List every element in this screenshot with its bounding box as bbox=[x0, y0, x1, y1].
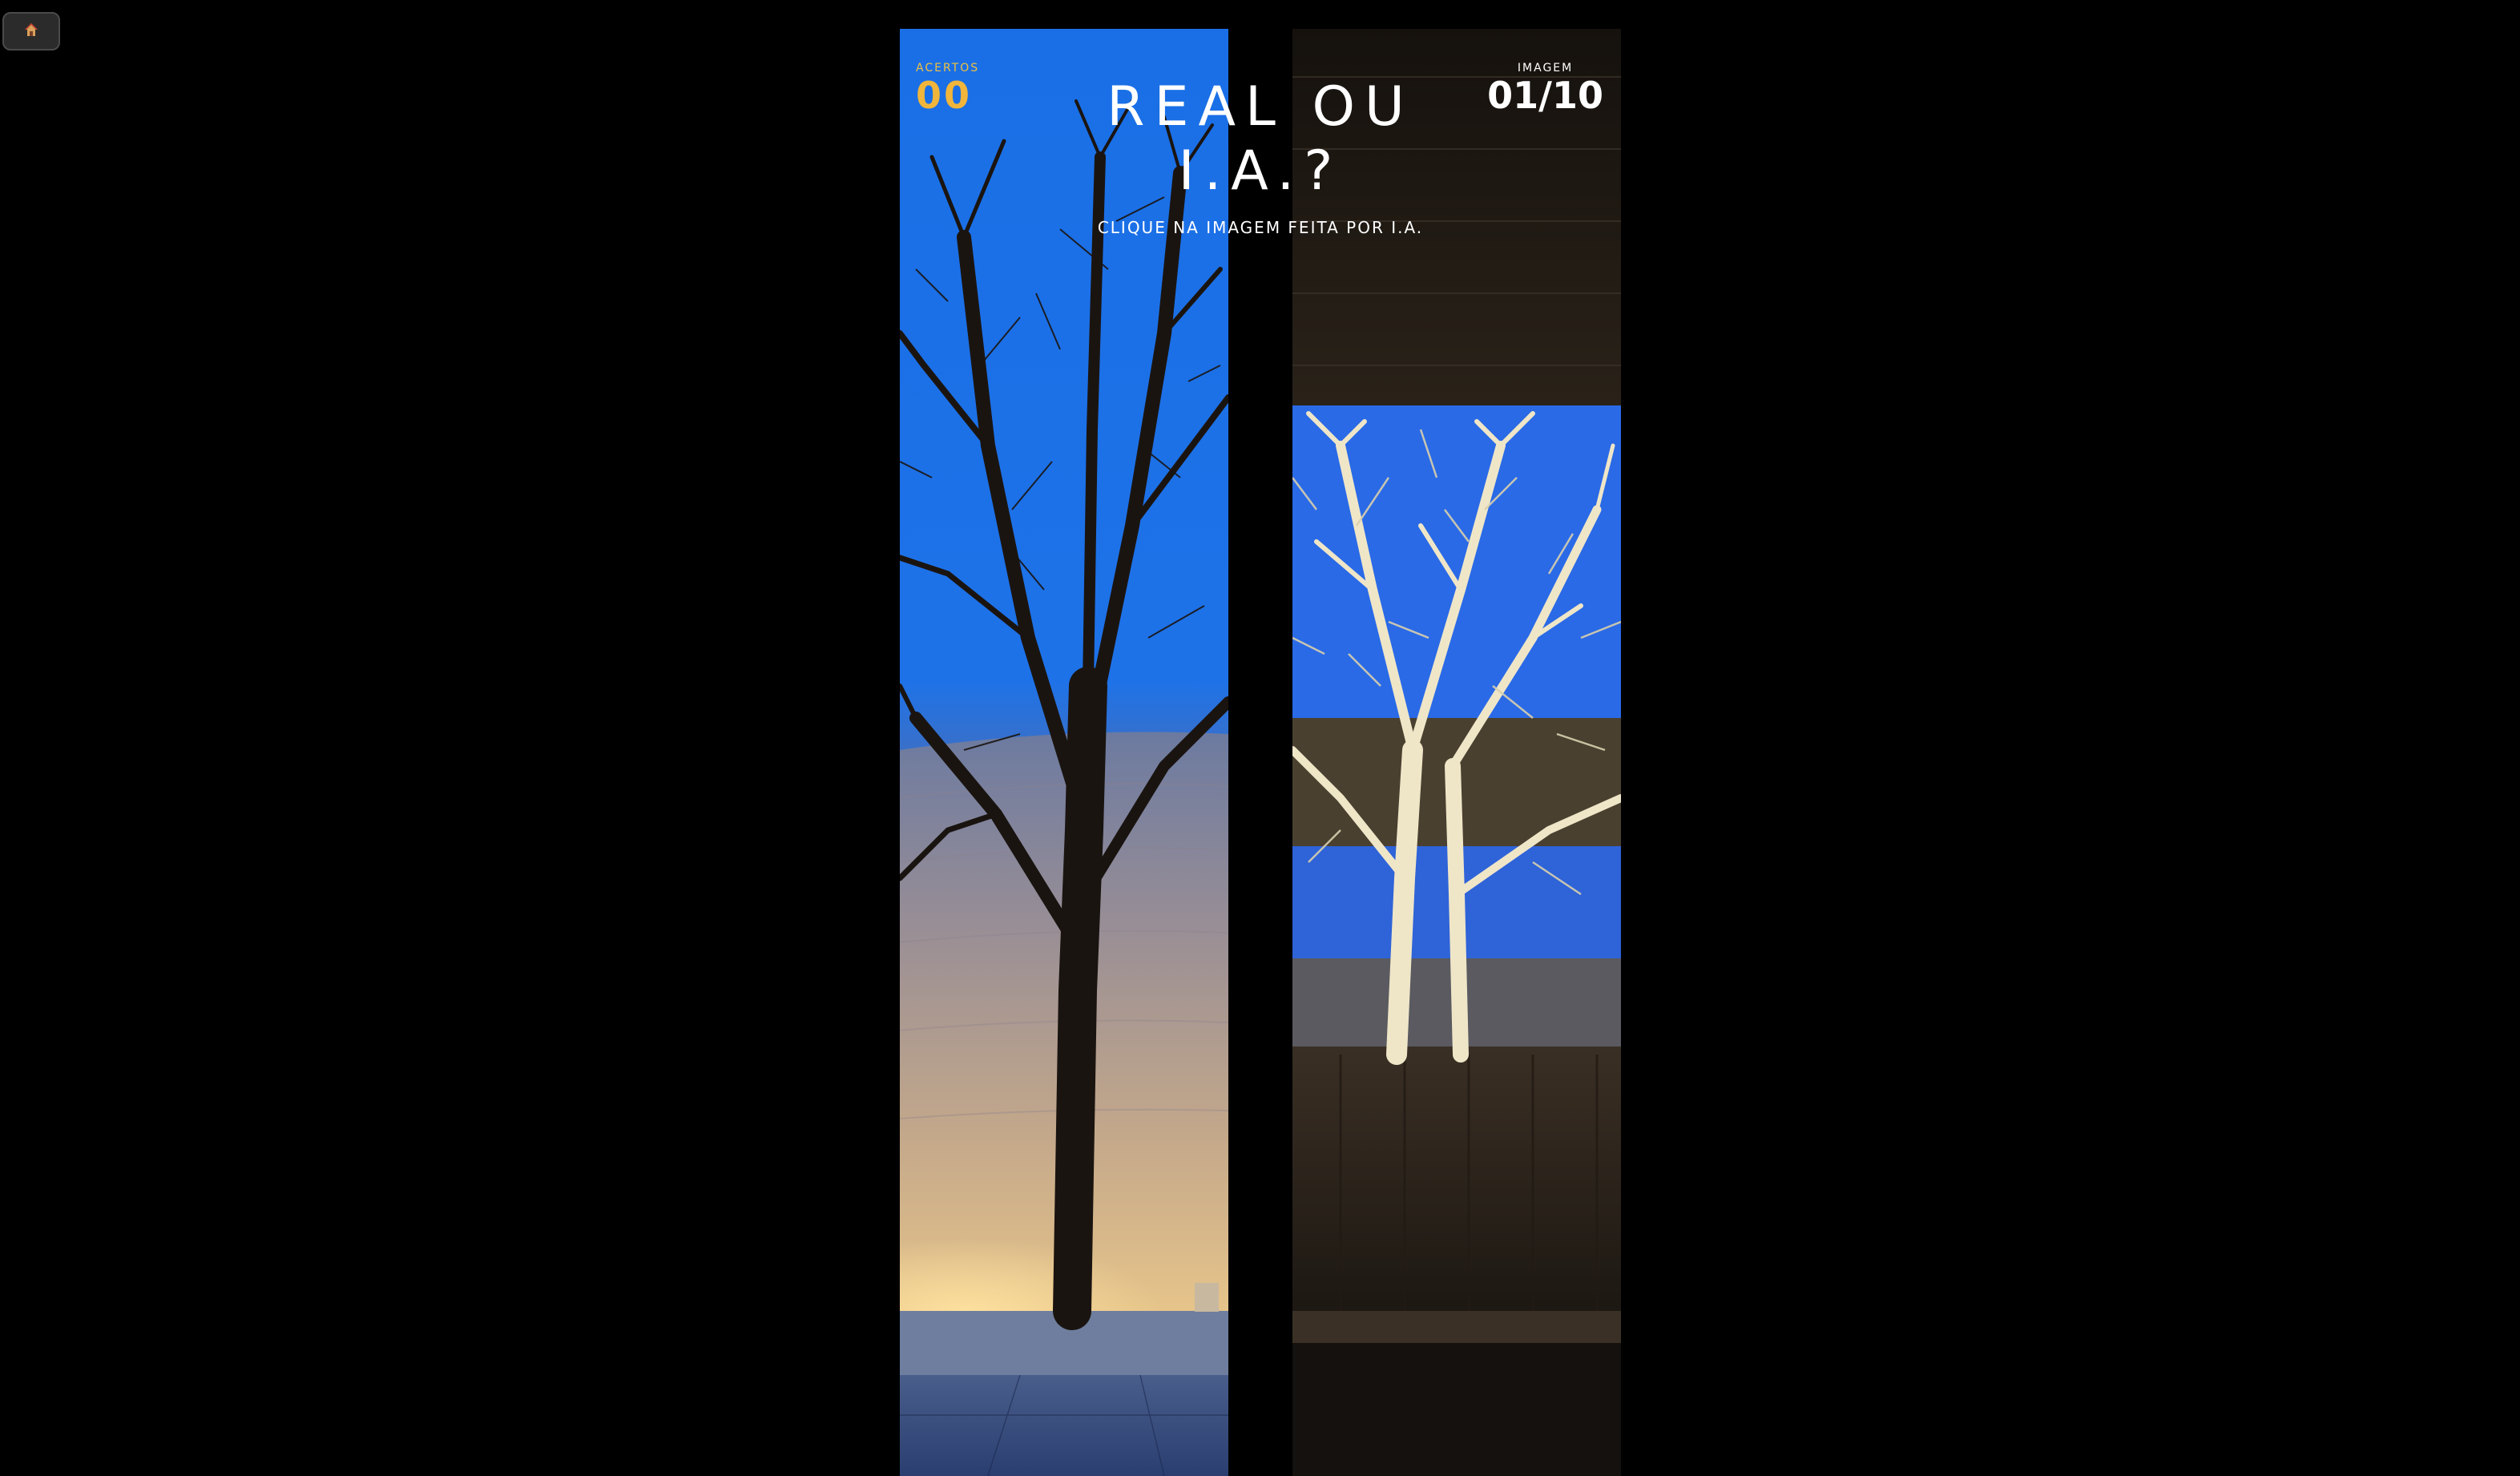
page-title: REAL OU I.A.? bbox=[1107, 75, 1414, 203]
header: REAL OU I.A.? CLIQUE NA IMAGEM FEITA POR… bbox=[1076, 75, 1445, 237]
home-button[interactable] bbox=[2, 12, 60, 50]
house-icon bbox=[23, 22, 39, 41]
instruction-text: CLIQUE NA IMAGEM FEITA POR I.A. bbox=[1097, 218, 1424, 237]
tree-photo-right bbox=[1292, 29, 1621, 1476]
score-value: 00 bbox=[916, 74, 973, 117]
image-counter: IMAGEM 01/10 bbox=[1487, 61, 1603, 115]
image-option-left[interactable] bbox=[900, 29, 1228, 1476]
image-option-right[interactable] bbox=[1292, 29, 1621, 1476]
tree-photo-left bbox=[900, 29, 1228, 1476]
image-counter-value: 01/10 bbox=[1487, 74, 1603, 117]
score-counter: ACERTOS 00 bbox=[916, 61, 979, 115]
game-area: ACERTOS 00 IMAGEM 01/10 REAL OU I.A.? CL… bbox=[900, 29, 1621, 1476]
